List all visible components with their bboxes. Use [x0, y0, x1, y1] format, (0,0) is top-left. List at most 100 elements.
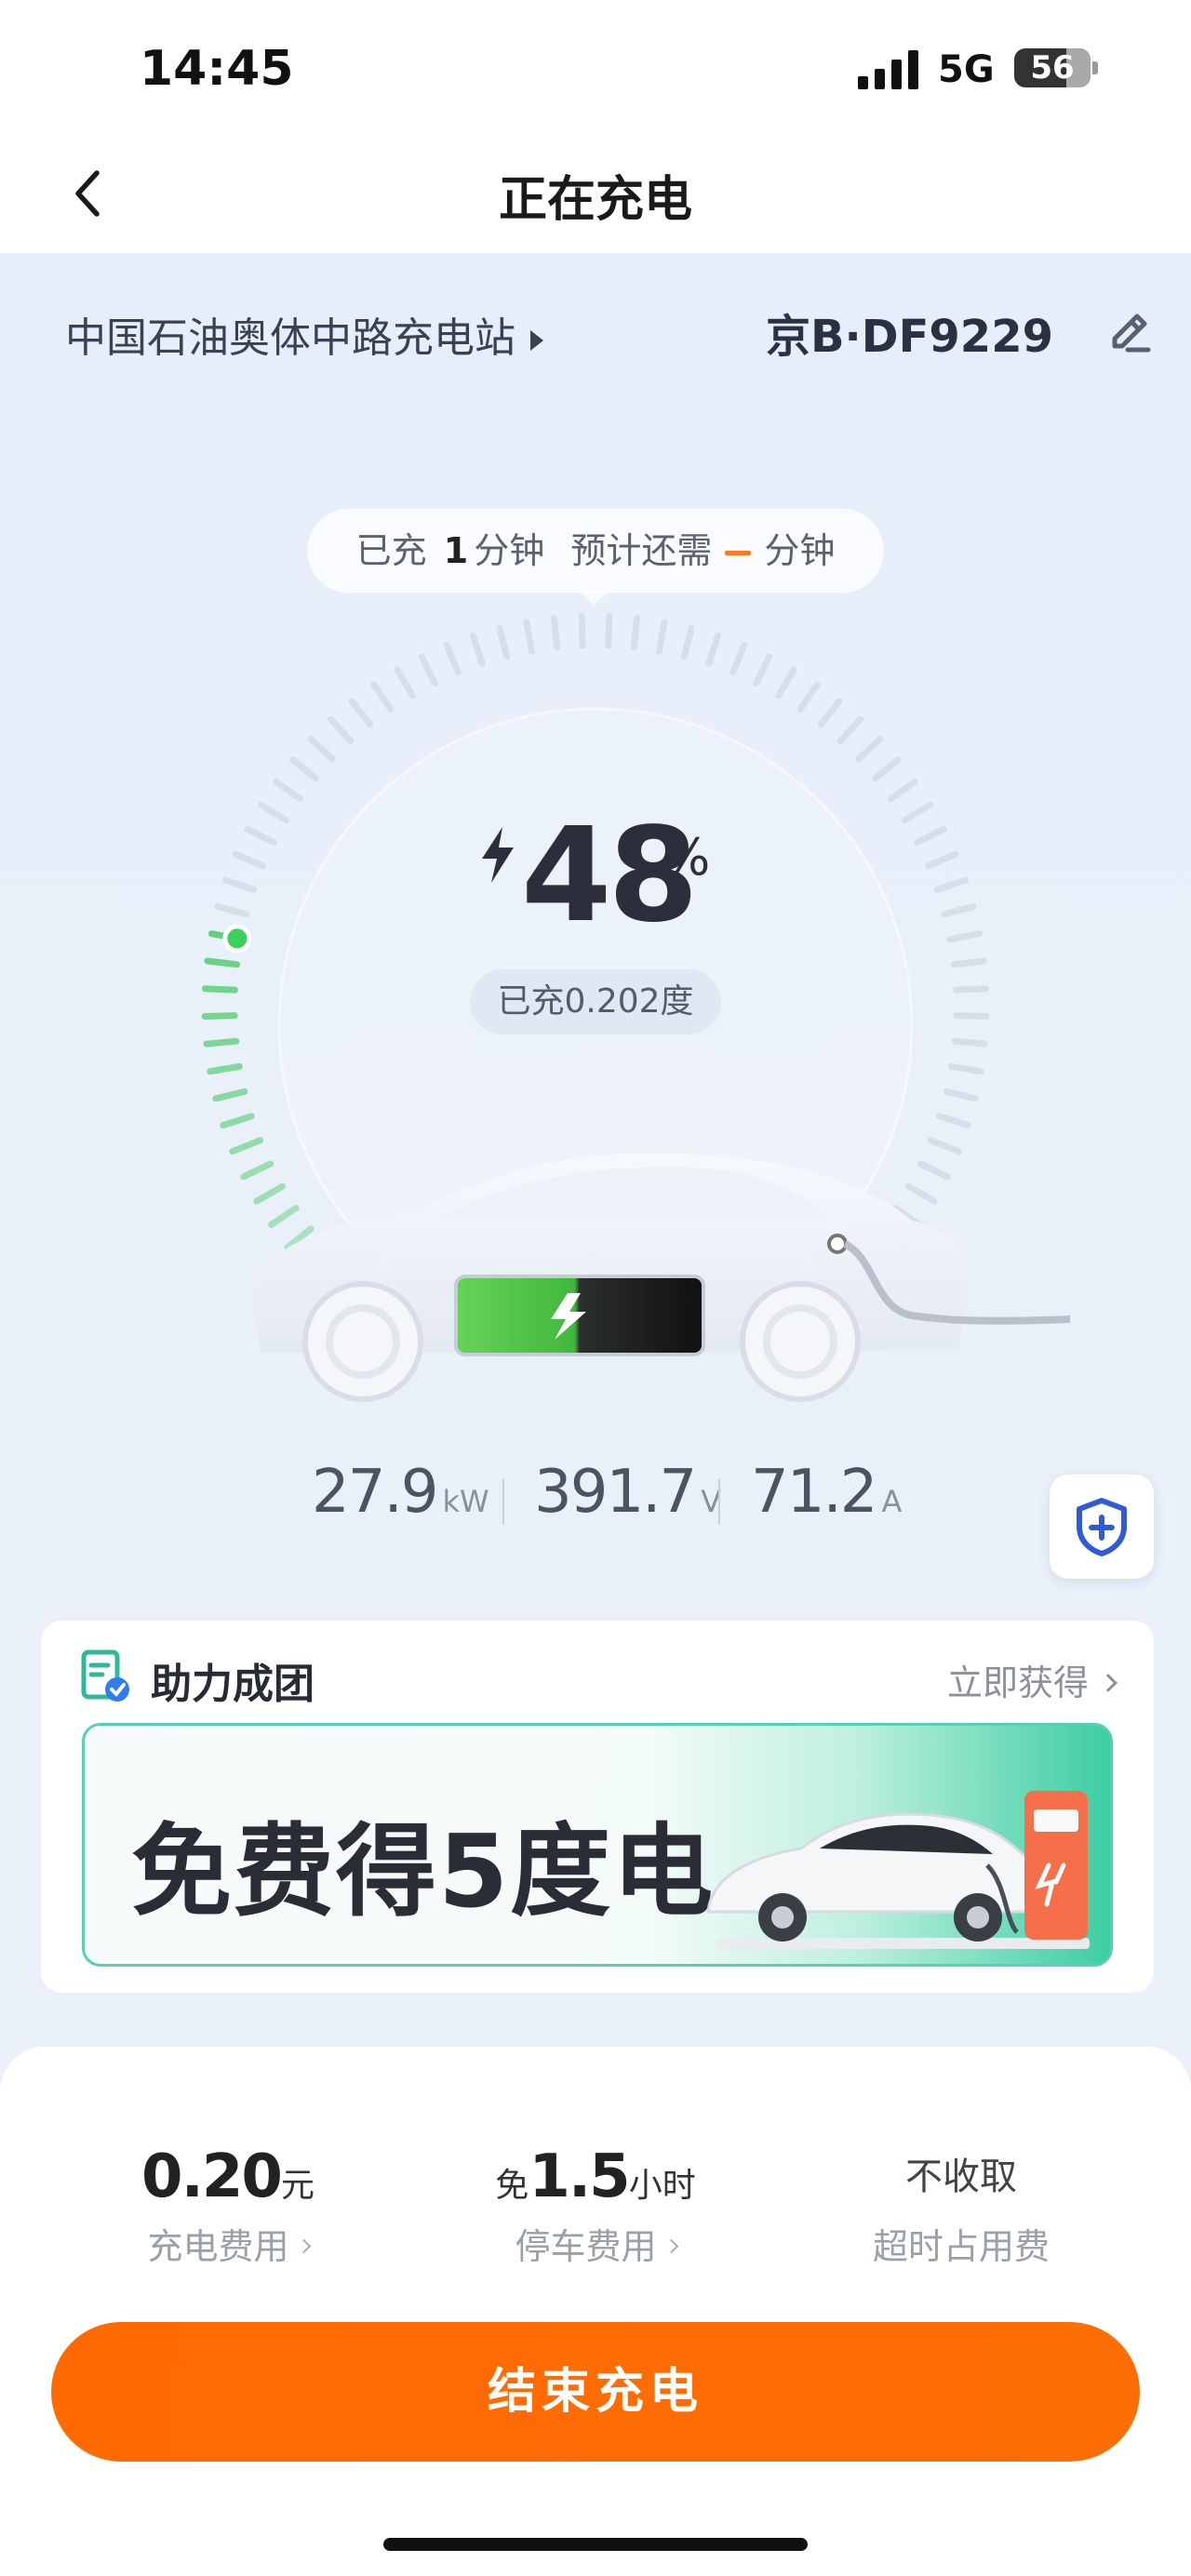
- gauge-tick: [953, 985, 990, 994]
- percent-sign: %: [662, 828, 711, 887]
- nav-bar: 正在充电: [0, 140, 1191, 253]
- gauge-tick-filled: [201, 1012, 238, 1020]
- gauge-tick: [836, 715, 864, 745]
- gauge-tick: [914, 825, 947, 847]
- lightning-bolt-icon: [482, 827, 514, 883]
- shield-plus-icon: [1077, 1498, 1127, 1556]
- current-value: 71.2: [751, 1458, 877, 1527]
- network-type: 5G: [938, 48, 995, 91]
- current-metric: 71.2 A: [751, 1458, 902, 1527]
- parking-fee[interactable]: 免1.5小时 停车费用: [409, 2140, 782, 2269]
- home-indicator[interactable]: [383, 2538, 808, 2551]
- gauge-tick: [855, 735, 884, 763]
- status-bar: 14:45 5G 56: [0, 0, 1191, 140]
- caret-right-icon: [530, 330, 543, 351]
- end-charging-button[interactable]: 结束充电: [51, 2322, 1140, 2462]
- gauge-tick: [950, 957, 987, 968]
- gauge-tick: [289, 756, 319, 782]
- signal-icon: [858, 48, 919, 89]
- remaining-unit: 分钟: [764, 530, 836, 571]
- car-charger-illustration: [706, 1791, 1090, 1949]
- remaining-dash: [725, 551, 752, 555]
- gauge-tick: [775, 666, 797, 700]
- license-plate[interactable]: 京B·DF9229: [766, 300, 1053, 365]
- promo-banner[interactable]: 免费得5度电: [82, 1723, 1113, 1967]
- elapsed-prefix: 已充: [355, 530, 427, 571]
- gauge-tick: [941, 903, 977, 918]
- gauge-tick: [796, 681, 821, 713]
- battery-level: 56: [1030, 49, 1075, 87]
- gauge-tick: [933, 876, 969, 893]
- power-value: 27.9: [312, 1458, 438, 1527]
- remaining-prefix: 预计还需: [570, 530, 713, 571]
- gauge-tick: [953, 1012, 990, 1020]
- parking-fee-amount: 免1.5小时: [409, 2140, 782, 2214]
- chevron-right-icon: [663, 2238, 678, 2254]
- voltage-metric: 391.7 V: [534, 1458, 721, 1527]
- status-time: 14:45: [140, 41, 294, 97]
- chevron-right-icon: [1099, 1673, 1117, 1692]
- edit-pencil-icon[interactable]: [1107, 309, 1154, 355]
- promo-title: 助力成团: [151, 1661, 314, 1708]
- divider: [502, 1478, 504, 1525]
- gauge-tick: [523, 619, 536, 655]
- gauge-progress-dot: [222, 924, 252, 954]
- parking-fee-label: 停车费用: [515, 2226, 657, 2267]
- charge-fee[interactable]: 0.20元 充电费用: [42, 2140, 414, 2269]
- station-link[interactable]: 中国石油奥体中路充电站: [65, 304, 543, 364]
- pill-tail: [577, 590, 610, 605]
- gauge-tick: [951, 1037, 988, 1048]
- elapsed-unit: 分钟: [474, 530, 545, 571]
- elapsed-value: 1: [443, 530, 469, 571]
- charging-metrics: 27.9 kW 391.7 V 71.2 A: [0, 1458, 1191, 1551]
- gauge-tick: [496, 624, 511, 661]
- energy-charged: 已充0.202度: [470, 969, 721, 1034]
- page-title: 正在充电: [498, 172, 692, 228]
- gauge-tick: [273, 778, 304, 803]
- group-document-icon: [81, 1649, 129, 1702]
- overtime-fee-value: 不收取: [905, 2156, 1017, 2198]
- gauge-tick-filled: [204, 957, 241, 968]
- parking-fee-link[interactable]: 停车费用: [409, 2218, 782, 2269]
- gauge-tick: [705, 632, 722, 668]
- gauge-tick: [680, 624, 695, 661]
- divider: [718, 1478, 720, 1525]
- gauge-tick: [348, 698, 374, 728]
- gauge-tick: [244, 825, 277, 847]
- gauge-tick-filled: [212, 1088, 248, 1102]
- overtime-fee: 不收取 超时占用费: [775, 2140, 1147, 2269]
- charge-fee-value: 0.20: [141, 2142, 283, 2211]
- parking-unit: 小时: [628, 2167, 696, 2205]
- power-unit: kW: [442, 1484, 489, 1519]
- gauge-tick: [872, 756, 902, 782]
- banner-headline: 免费得5度电: [131, 1814, 716, 1930]
- parking-prefix: 免: [495, 2167, 529, 2205]
- gauge-tick: [232, 850, 267, 870]
- gauge-tick: [924, 850, 959, 870]
- gauge-tick: [729, 642, 748, 676]
- get-now-label: 立即获得: [946, 1662, 1089, 1703]
- gauge-tick: [222, 876, 258, 893]
- gauge-tick: [469, 632, 486, 668]
- gauge-tick: [630, 614, 641, 651]
- gauge-tick: [753, 653, 773, 687]
- gauge-tick: [817, 698, 843, 728]
- gauge-tick: [214, 903, 250, 918]
- charge-fee-link[interactable]: 充电费用: [42, 2218, 414, 2269]
- fee-sheet: 0.20元 充电费用 免1.5小时 停车费用 不收取 超时占用费 结束充电: [0, 2047, 1191, 2576]
- gauge-tick: [948, 1062, 984, 1075]
- gauge-tick: [443, 642, 462, 676]
- gauge-tick-filled: [203, 1037, 240, 1048]
- battery-tip: [1092, 61, 1098, 74]
- promo-card: 助力成团 立即获得 免费得5度电: [41, 1621, 1154, 1993]
- current-unit: A: [881, 1484, 903, 1519]
- battery-icon: 56: [1014, 48, 1091, 87]
- gauge-tick: [655, 619, 668, 655]
- chevron-right-icon: [296, 2238, 311, 2254]
- gauge-tick: [307, 735, 336, 763]
- get-now-link[interactable]: 立即获得: [946, 1654, 1117, 1705]
- safety-shield-button[interactable]: [1050, 1475, 1154, 1579]
- parking-hours: 1.5: [529, 2142, 630, 2211]
- car-illustration: [251, 1153, 1071, 1402]
- gauge-tick: [370, 681, 395, 713]
